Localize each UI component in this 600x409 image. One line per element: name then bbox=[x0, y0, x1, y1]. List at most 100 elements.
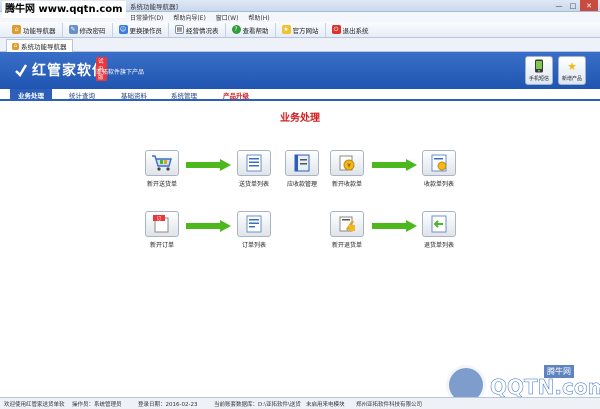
menu-daily[interactable]: 日常操作(D) bbox=[130, 13, 163, 22]
menu-help[interactable]: 帮助(H) bbox=[248, 13, 269, 22]
toolbar-website-button[interactable]: ★ 官方网站 bbox=[276, 22, 326, 37]
order-list-icon-box bbox=[237, 211, 271, 237]
toolbar-password-button[interactable]: ✎ 修改密码 bbox=[63, 22, 113, 37]
delivery-list-button[interactable]: 送货单列表 bbox=[235, 150, 273, 192]
svg-text:¥: ¥ bbox=[347, 163, 351, 170]
status-company: 郑州亚拓软件科技有限公司 bbox=[356, 402, 423, 408]
status-welcome: 欢迎使用红管家送货单软 bbox=[4, 402, 65, 408]
receipt-list-icon-box bbox=[422, 150, 456, 176]
tab-basic-data[interactable]: 基础资料 bbox=[112, 89, 156, 101]
minimize-button[interactable]: — bbox=[552, 0, 566, 11]
window-title: 系统功能导航器] bbox=[130, 3, 179, 11]
order-icon: 订 bbox=[153, 215, 169, 233]
coin-icon: ¥ bbox=[339, 155, 355, 171]
status-login-date: 登录日期：2016-02-23 bbox=[138, 402, 198, 408]
tab-statistics[interactable]: 统计查询 bbox=[60, 89, 104, 101]
function-tabs: 业务处理 统计查询 基础资料 系统管理 产品升级 bbox=[0, 89, 600, 101]
key-icon: ✎ bbox=[68, 25, 78, 34]
toolbar-switch-user-label: 更换操作员 bbox=[129, 26, 163, 35]
new-order-icon-box: 订 bbox=[145, 211, 179, 237]
flow-arrow-icon bbox=[186, 159, 231, 171]
star-icon: ★ bbox=[281, 25, 291, 34]
toolbar-nav-button[interactable]: ⌂ 功能导航器 bbox=[6, 22, 63, 37]
sms-button[interactable]: 手机短信 bbox=[525, 56, 553, 85]
new-receipt-label: 新开收款单 bbox=[331, 181, 362, 188]
receipt-list-label: 收款单列表 bbox=[423, 181, 454, 188]
restore-button[interactable]: □ bbox=[566, 0, 580, 11]
status-database: 当前账套数据库：D:\亚拓软件\送货 bbox=[214, 402, 301, 408]
tab-business[interactable]: 业务处理 bbox=[10, 89, 52, 101]
receivable-icon-box bbox=[285, 150, 319, 176]
new-return-label: 新开退货单 bbox=[331, 242, 362, 249]
receipt-list-icon bbox=[431, 154, 447, 172]
tab-upgrade[interactable]: 产品升级 bbox=[214, 89, 258, 101]
new-receipt-icon-box: ¥ bbox=[330, 150, 364, 176]
sms-button-label: 手机短信 bbox=[528, 76, 549, 82]
document-tabs: ⌂ 系统功能导航器 bbox=[0, 38, 600, 52]
toolbar-nav-label: 功能导航器 bbox=[23, 26, 56, 35]
delivery-list-icon-box bbox=[237, 150, 271, 176]
flow-arrow-icon bbox=[372, 220, 417, 232]
watermark-brand: QQTN.com bbox=[490, 375, 600, 400]
list-icon bbox=[246, 154, 262, 172]
delivery-list-label: 送货单列表 bbox=[238, 181, 269, 188]
toolbar: ⌂ 功能导航器 ✎ 修改密码 ☺ 更换操作员 ▤ 经营情况表 ? 查看帮助 ★ … bbox=[0, 22, 600, 38]
toolbar-website-label: 官方网站 bbox=[292, 26, 319, 35]
order-list-button[interactable]: 订单列表 bbox=[235, 211, 273, 253]
window-controls: — □ ✕ bbox=[552, 0, 598, 11]
app-header: 红管家软件 试用版 亚拓软件旗下产品 手机短信 ★ 新增产品 bbox=[0, 52, 600, 89]
menu-wizard[interactable]: 帮助向导(E) bbox=[173, 13, 205, 22]
receivable-button[interactable]: 应收款管理 bbox=[283, 150, 321, 192]
status-bar: 欢迎使用红管家送货单软 操作员：系统管理员 登录日期：2016-02-23 当前… bbox=[0, 397, 600, 409]
ledger-icon bbox=[294, 154, 310, 172]
status-operator: 操作员：系统管理员 bbox=[72, 402, 122, 408]
toolbar-help-button[interactable]: ? 查看帮助 bbox=[226, 22, 276, 37]
help-icon: ? bbox=[231, 25, 241, 34]
home-icon: ⌂ bbox=[12, 42, 19, 50]
page-title: 业务处理 bbox=[280, 113, 320, 124]
cart-icon bbox=[152, 155, 172, 171]
report-icon: ▤ bbox=[175, 25, 184, 34]
order-list-label: 订单列表 bbox=[241, 242, 266, 249]
watermark-tag: 腾牛网 bbox=[544, 365, 574, 378]
status-sms: 未启用来电模块 bbox=[306, 402, 345, 408]
flow-arrow-icon bbox=[372, 159, 417, 171]
tab-function-navigator-label: 系统功能导航器 bbox=[21, 43, 67, 51]
tab-system-admin[interactable]: 系统管理 bbox=[162, 89, 206, 101]
new-products-button[interactable]: ★ 新增产品 bbox=[558, 56, 586, 85]
new-delivery-label: 新开送货单 bbox=[146, 181, 177, 188]
toolbar-exit-label: 退出系统 bbox=[342, 26, 369, 35]
receivable-label: 应收款管理 bbox=[286, 181, 317, 188]
new-order-button[interactable]: 订 新开订单 bbox=[143, 211, 181, 253]
close-button[interactable]: ✕ bbox=[580, 0, 598, 11]
receipt-list-button[interactable]: 收款单列表 bbox=[420, 150, 458, 192]
toolbar-report-button[interactable]: ▤ 经营情况表 bbox=[169, 22, 226, 37]
home-icon: ⌂ bbox=[12, 25, 21, 34]
return-list-button[interactable]: 退货单列表 bbox=[420, 211, 458, 253]
menu-window[interactable]: 窗口(W) bbox=[216, 13, 239, 22]
return-list-label: 退货单列表 bbox=[423, 242, 454, 249]
toolbar-switch-user-button[interactable]: ☺ 更换操作员 bbox=[113, 22, 169, 37]
main-panel: 业务处理 新开送货单 送货单列表 应收款管理 ¥ 新开收款单 收款单列表 订 新… bbox=[0, 102, 600, 392]
flow-arrow-icon bbox=[186, 220, 231, 232]
toolbar-help-label: 查看帮助 bbox=[242, 26, 269, 35]
new-products-label: 新增产品 bbox=[561, 76, 582, 82]
toolbar-report-label: 经营情况表 bbox=[186, 26, 219, 35]
watermark-logo: 腾牛网 www.qqtn.com bbox=[2, 1, 126, 18]
exit-icon: ⏻ bbox=[331, 25, 341, 34]
new-delivery-button[interactable]: 新开送货单 bbox=[143, 150, 181, 192]
toolbar-password-label: 修改密码 bbox=[79, 26, 106, 35]
new-return-button[interactable]: 新开退货单 bbox=[328, 211, 366, 253]
tab-function-navigator[interactable]: ⌂ 系统功能导航器 bbox=[6, 39, 73, 52]
star-icon: ★ bbox=[567, 59, 577, 73]
return-list-icon-box bbox=[422, 211, 456, 237]
svg-text:订: 订 bbox=[157, 215, 162, 222]
new-return-icon-box bbox=[330, 211, 364, 237]
brand-mark-icon bbox=[15, 64, 28, 77]
order-list-icon bbox=[246, 215, 262, 233]
toolbar-exit-button[interactable]: ⏻ 退出系统 bbox=[326, 23, 375, 37]
return-list-icon bbox=[431, 215, 447, 233]
new-delivery-icon-box bbox=[145, 150, 179, 176]
new-receipt-button[interactable]: ¥ 新开收款单 bbox=[328, 150, 366, 192]
new-order-label: 新开订单 bbox=[149, 242, 174, 249]
